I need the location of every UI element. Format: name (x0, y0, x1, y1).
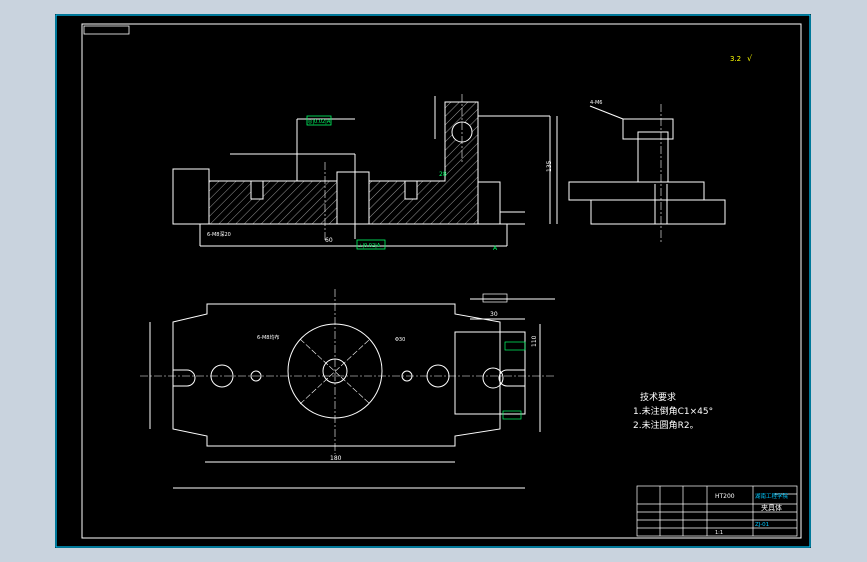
front-view (172, 96, 558, 247)
title-block-drawing-no: ZJ-01 (755, 522, 769, 528)
tech-req-title: 技术要求 (640, 391, 676, 403)
plan-callout-box-2 (504, 341, 526, 351)
corner-box (83, 25, 130, 35)
tech-req-item-1: 1.未注倒角C1×45° (633, 405, 713, 417)
inner-frame (81, 23, 802, 539)
title-block-part-name: 夹具体 (761, 503, 782, 512)
roughness-symbol: √ (747, 54, 753, 63)
front-dim-bottom: 60 (325, 237, 333, 244)
plan-left-slot (173, 369, 196, 387)
plan-view (149, 298, 555, 489)
plan-dim-length: 180 (330, 455, 342, 462)
title-block-school: 湖南工程学院 (755, 492, 789, 500)
plan-dim-width: 110 (531, 335, 538, 347)
front-slot-2 (336, 171, 370, 225)
cad-viewport[interactable]: 3.2 √ ◎|0.02|A ⊥|0.02|A 6-M8深20 135 60 2… (55, 14, 811, 548)
engineering-drawing: 3.2 √ ◎|0.02|A ⊥|0.02|A 6-M8深20 135 60 2… (55, 14, 811, 548)
front-slot-1 (250, 180, 264, 200)
plan-right-extension (454, 331, 526, 415)
side-mid (568, 181, 705, 201)
side-hole-note: 4-M6 (590, 100, 602, 106)
front-dim-top-right: 28 (439, 171, 447, 178)
plan-callout-box-1 (482, 293, 508, 303)
plan-body-outline (172, 303, 501, 447)
plan-bolt-circle-note: 6-M8均布 (257, 334, 279, 341)
plan-center-hole-note: Φ30 (395, 337, 405, 343)
front-slot-3 (404, 180, 418, 200)
front-hole-note: 6-M8深20 (207, 231, 231, 238)
front-left-boss (172, 168, 210, 225)
front-dim-height: 135 (546, 160, 553, 172)
side-base (590, 199, 726, 225)
side-view (568, 105, 726, 225)
title-block-scale: 1:1 (715, 530, 723, 536)
side-column-cap (622, 118, 674, 140)
plan-callout-box-3 (502, 410, 522, 420)
plan-dim-slot: 30 (490, 311, 498, 318)
tech-req-item-2: 2.未注圆角R2。 (633, 419, 699, 431)
front-right-boss (477, 181, 501, 225)
title-block-material: HT200 (715, 493, 735, 500)
tolerance-text-1: ◎|0.02|A (308, 119, 331, 125)
tolerance-text-2: ⊥|0.02|A (358, 243, 381, 249)
roughness-value: 3.2 (730, 55, 741, 63)
outer-frame (55, 14, 811, 548)
